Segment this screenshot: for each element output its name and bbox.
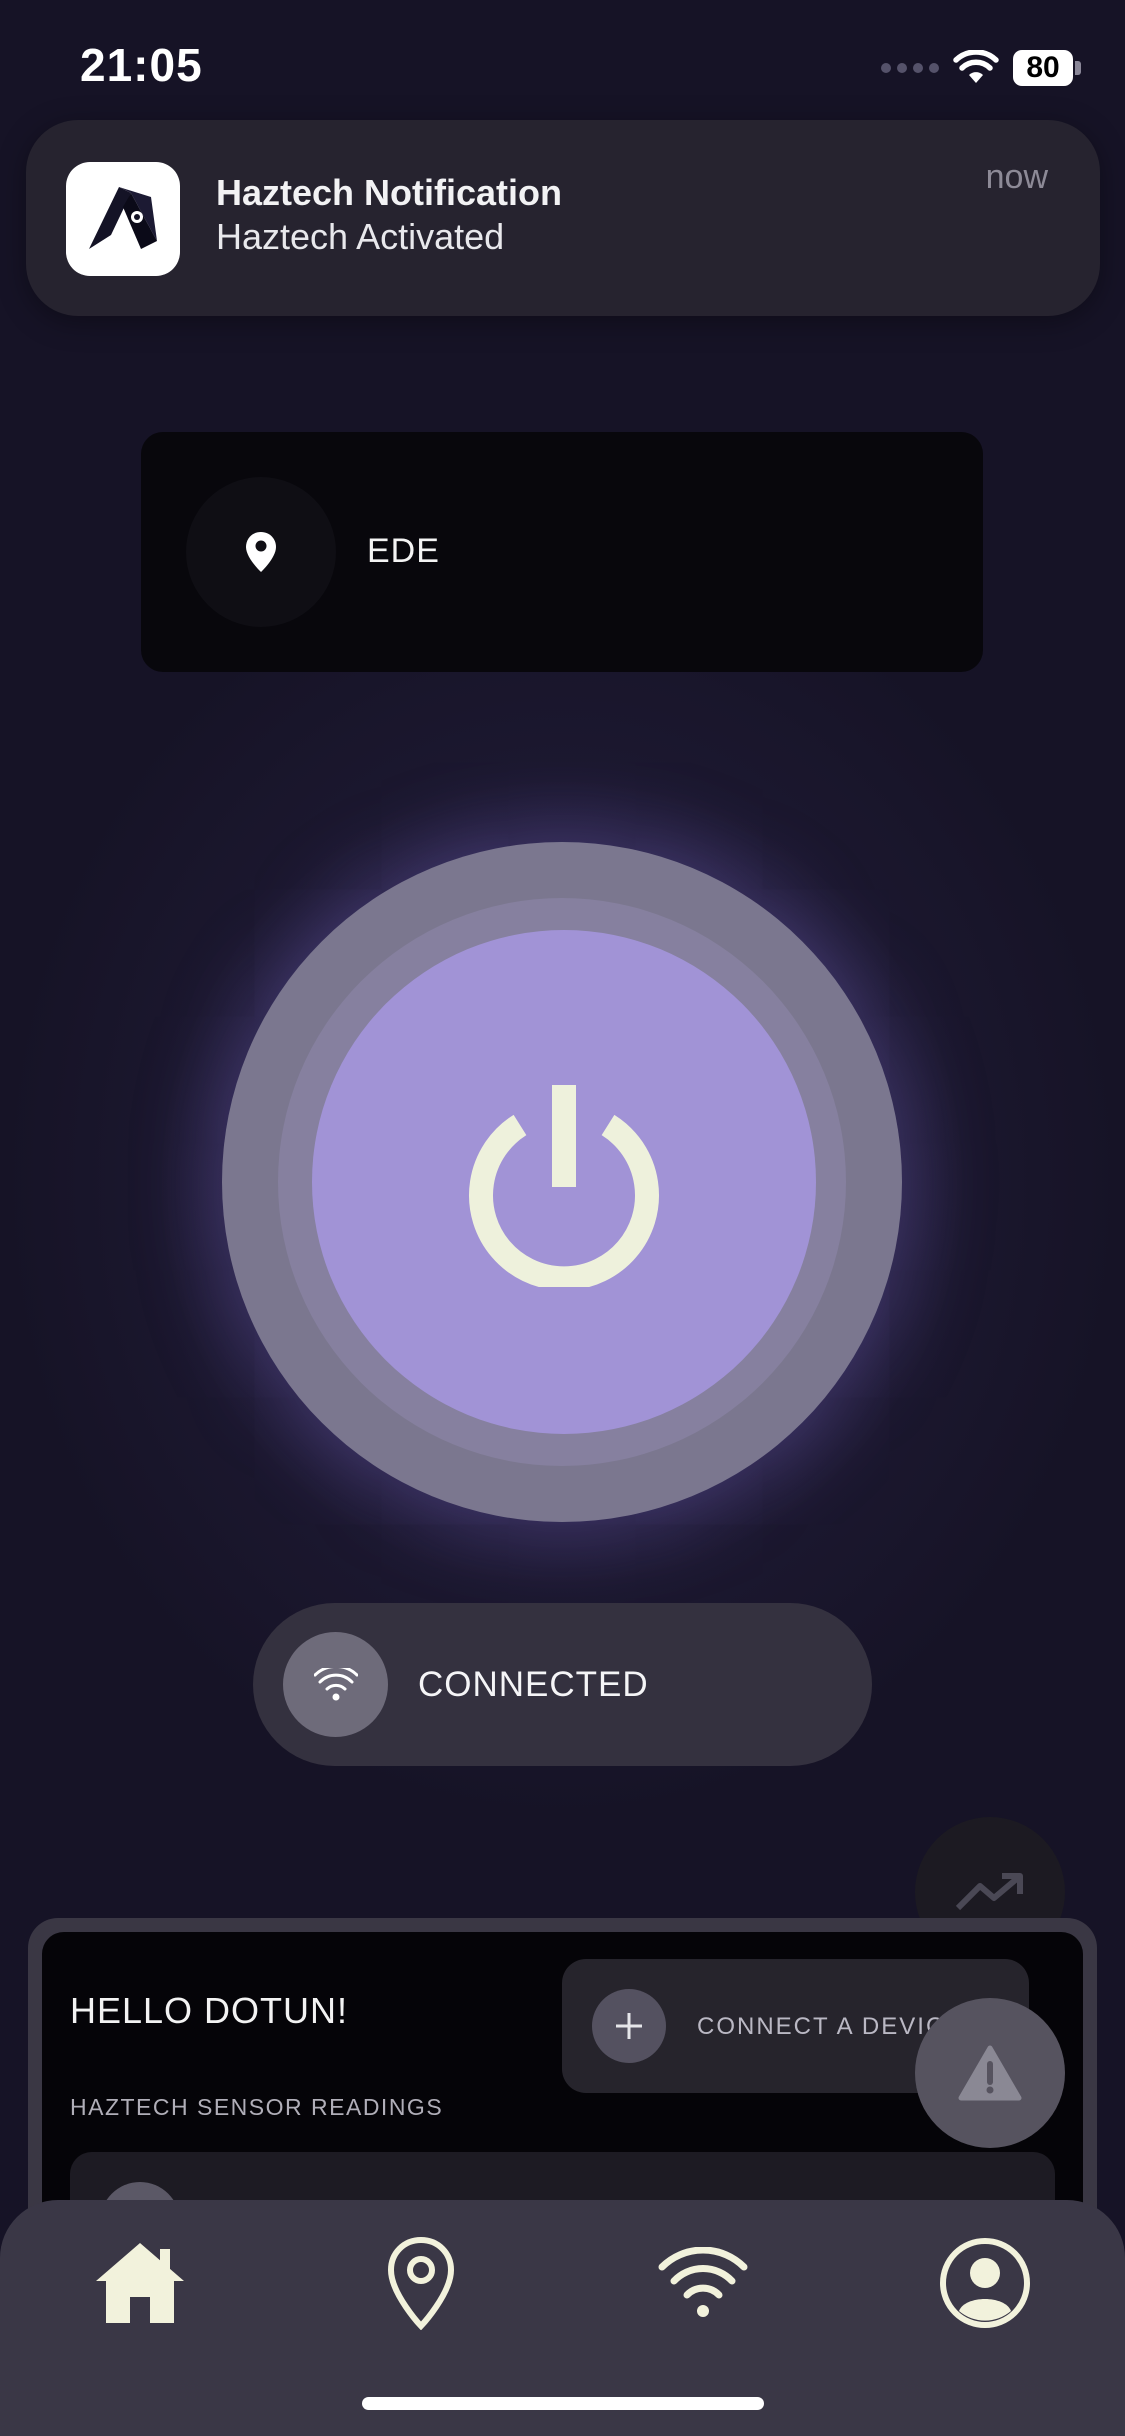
plus-icon bbox=[592, 1989, 666, 2063]
status-time: 21:05 bbox=[80, 39, 203, 91]
status-bar: 21:05 80 bbox=[0, 0, 1125, 140]
sensor-readings-heading: HAZTECH SENSOR READINGS bbox=[70, 2094, 444, 2120]
location-label: EDE bbox=[367, 532, 440, 570]
nav-connection[interactable] bbox=[648, 2228, 758, 2338]
power-icon bbox=[469, 1085, 659, 1287]
battery-icon: 80 bbox=[1013, 50, 1073, 86]
status-indicators: 80 bbox=[881, 46, 1081, 90]
greeting: HELLO DOTUN! bbox=[70, 1990, 349, 2031]
warning-icon bbox=[958, 2045, 1022, 2101]
location-pin-icon bbox=[186, 477, 336, 627]
notification-time: now bbox=[985, 158, 1048, 196]
wifi-icon bbox=[658, 2247, 748, 2317]
home-indicator[interactable] bbox=[362, 2397, 764, 2410]
notification-body: Haztech Activated bbox=[216, 216, 505, 257]
alert-button[interactable] bbox=[915, 1998, 1065, 2148]
nav-location[interactable] bbox=[366, 2228, 476, 2338]
cellular-signal-icon bbox=[881, 63, 939, 73]
battery-indicator: 80 bbox=[1013, 50, 1081, 86]
trending-up-icon bbox=[955, 1873, 1023, 1911]
connection-status-label: CONNECTED bbox=[418, 1665, 649, 1704]
nav-profile[interactable] bbox=[930, 2228, 1040, 2338]
home-icon bbox=[96, 2243, 184, 2323]
power-button[interactable] bbox=[312, 930, 816, 1434]
notification-banner[interactable]: Haztech Notification Haztech Activated n… bbox=[26, 120, 1100, 316]
wifi-status-icon bbox=[953, 50, 999, 83]
screen: 21:05 80 Haztech Notification Haztech Ac… bbox=[0, 0, 1125, 2436]
notification-title: Haztech Notification bbox=[216, 172, 563, 213]
wifi-icon bbox=[283, 1632, 388, 1737]
location-pin-icon bbox=[387, 2236, 455, 2330]
haztech-logo-icon bbox=[66, 162, 180, 276]
profile-icon bbox=[940, 2238, 1030, 2328]
connection-status-pill[interactable]: CONNECTED bbox=[253, 1603, 872, 1766]
nav-home[interactable] bbox=[85, 2228, 195, 2338]
location-card[interactable]: EDE bbox=[141, 432, 983, 672]
